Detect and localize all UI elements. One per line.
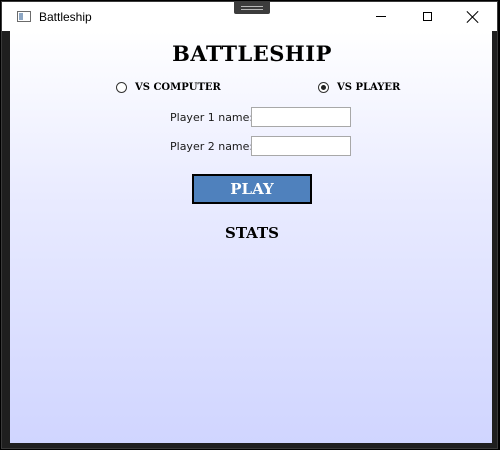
close-button[interactable] — [450, 2, 496, 31]
main-content: BATTLESHIP VS COMPUTER VS PLAYER Player … — [10, 31, 492, 443]
radio-checked-icon[interactable] — [318, 82, 329, 93]
stats-link[interactable]: STATS — [10, 224, 494, 242]
player2-row: Player 2 name: — [170, 136, 351, 156]
player1-label: Player 1 name: — [170, 110, 254, 124]
mode-radio-vs-player[interactable]: VS PLAYER — [318, 82, 400, 93]
radio-unchecked-icon[interactable] — [116, 82, 127, 93]
maximize-button[interactable] — [404, 2, 450, 31]
mode-label-vs-computer: VS COMPUTER — [135, 82, 221, 93]
play-button[interactable]: PLAY — [192, 174, 312, 204]
minimize-icon — [376, 16, 386, 17]
drag-grip-icon[interactable] — [234, 2, 270, 14]
minimize-button[interactable] — [358, 2, 404, 31]
page-title: BATTLESHIP — [172, 41, 332, 66]
window-title: Battleship — [39, 10, 92, 24]
player1-name-input[interactable] — [251, 107, 351, 127]
mode-radio-vs-computer[interactable]: VS COMPUTER — [116, 82, 221, 93]
player2-name-input[interactable] — [251, 136, 351, 156]
app-icon — [17, 11, 31, 22]
player2-label: Player 2 name: — [170, 139, 254, 153]
mode-label-vs-player: VS PLAYER — [337, 82, 401, 93]
title-bar[interactable]: Battleship — [2, 2, 497, 31]
maximize-icon — [422, 12, 432, 21]
app-window: Battleship BATTLESHIP VS COMPUTER VS PLA… — [1, 1, 498, 449]
player1-row: Player 1 name: — [170, 107, 351, 127]
close-icon — [467, 11, 479, 23]
